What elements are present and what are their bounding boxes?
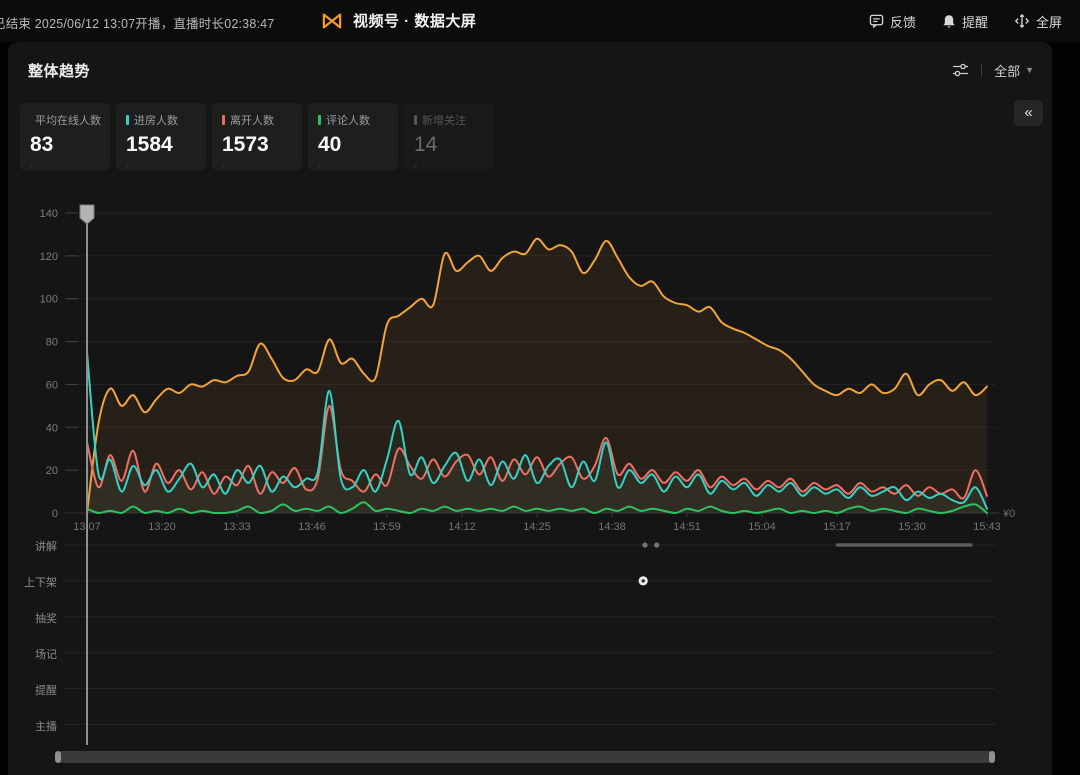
svg-text:140: 140	[40, 208, 58, 220]
topbar: 已结束 2025/06/12 13:07开播，直播时长02:38:47 视频号 …	[0, 0, 1080, 42]
svg-text:120: 120	[40, 251, 58, 263]
svg-text:15:04: 15:04	[748, 521, 776, 533]
svg-text:13:20: 13:20	[148, 521, 176, 533]
svg-text:40: 40	[46, 422, 58, 434]
feedback-label: 反馈	[890, 12, 916, 31]
app-brand: 视频号 · 数据大屏	[320, 10, 476, 31]
lane-label-2: 上下架	[8, 574, 57, 590]
timeline-scrollbar[interactable]	[55, 751, 995, 763]
lane-event-dot[interactable]	[654, 542, 659, 547]
svg-text:80: 80	[46, 337, 58, 349]
topbar-actions: 反馈 提醒 全屏	[869, 0, 1062, 42]
event-lanes	[64, 542, 996, 724]
svg-text:15:43: 15:43	[973, 521, 1001, 533]
svg-text:0: 0	[52, 508, 58, 520]
lane-label-5: 提醒	[8, 682, 57, 698]
svg-text:13:59: 13:59	[373, 521, 401, 533]
svg-text:14:25: 14:25	[523, 521, 551, 533]
feedback-button[interactable]: 反馈	[869, 12, 916, 31]
lane-event-dot[interactable]	[642, 542, 647, 547]
svg-text:13:46: 13:46	[298, 521, 326, 533]
feedback-icon	[869, 14, 884, 28]
svg-text:100: 100	[40, 294, 58, 306]
reminder-button[interactable]: 提醒	[942, 12, 988, 31]
lane-label-4: 场记	[8, 646, 57, 662]
channels-logo-icon	[320, 11, 344, 31]
bell-icon	[942, 14, 956, 29]
main-panel: 整体趋势 全部 ▼ 平均在线人数83-进房人数1584-离开人数1573-评论人…	[8, 42, 1052, 775]
scrollbar-left-handle[interactable]	[55, 751, 61, 763]
svg-text:13:33: 13:33	[223, 521, 251, 533]
svg-text:60: 60	[46, 379, 58, 391]
svg-text:14:38: 14:38	[598, 521, 626, 533]
right-axis-label: ¥0	[1002, 508, 1015, 520]
chart-series	[87, 239, 987, 513]
fullscreen-icon	[1014, 13, 1030, 29]
lane-label-6: 主播	[8, 718, 57, 734]
time-marker-handle[interactable]	[80, 205, 94, 224]
trend-chart: 02040608010012014013:0713:2013:3313:4613…	[8, 42, 1052, 775]
lane-label-1: 讲解	[8, 538, 57, 554]
svg-text:14:51: 14:51	[673, 521, 701, 533]
svg-text:15:17: 15:17	[823, 521, 851, 533]
scrollbar-right-handle[interactable]	[989, 751, 995, 763]
lane-label-3: 抽奖	[8, 610, 57, 626]
lane-event-cluster-bar[interactable]	[836, 543, 973, 547]
fullscreen-label: 全屏	[1036, 12, 1062, 31]
x-axis: 13:0713:2013:3313:4613:5914:1214:2514:38…	[64, 513, 1001, 533]
fullscreen-button[interactable]: 全屏	[1014, 12, 1062, 31]
svg-text:20: 20	[46, 465, 58, 477]
app-title: 视频号 · 数据大屏	[353, 10, 476, 31]
svg-text:14:12: 14:12	[448, 521, 476, 533]
reminder-label: 提醒	[962, 12, 988, 31]
stream-status: 已结束 2025/06/12 13:07开播，直播时长02:38:47	[0, 13, 274, 32]
svg-text:15:30: 15:30	[898, 521, 926, 533]
